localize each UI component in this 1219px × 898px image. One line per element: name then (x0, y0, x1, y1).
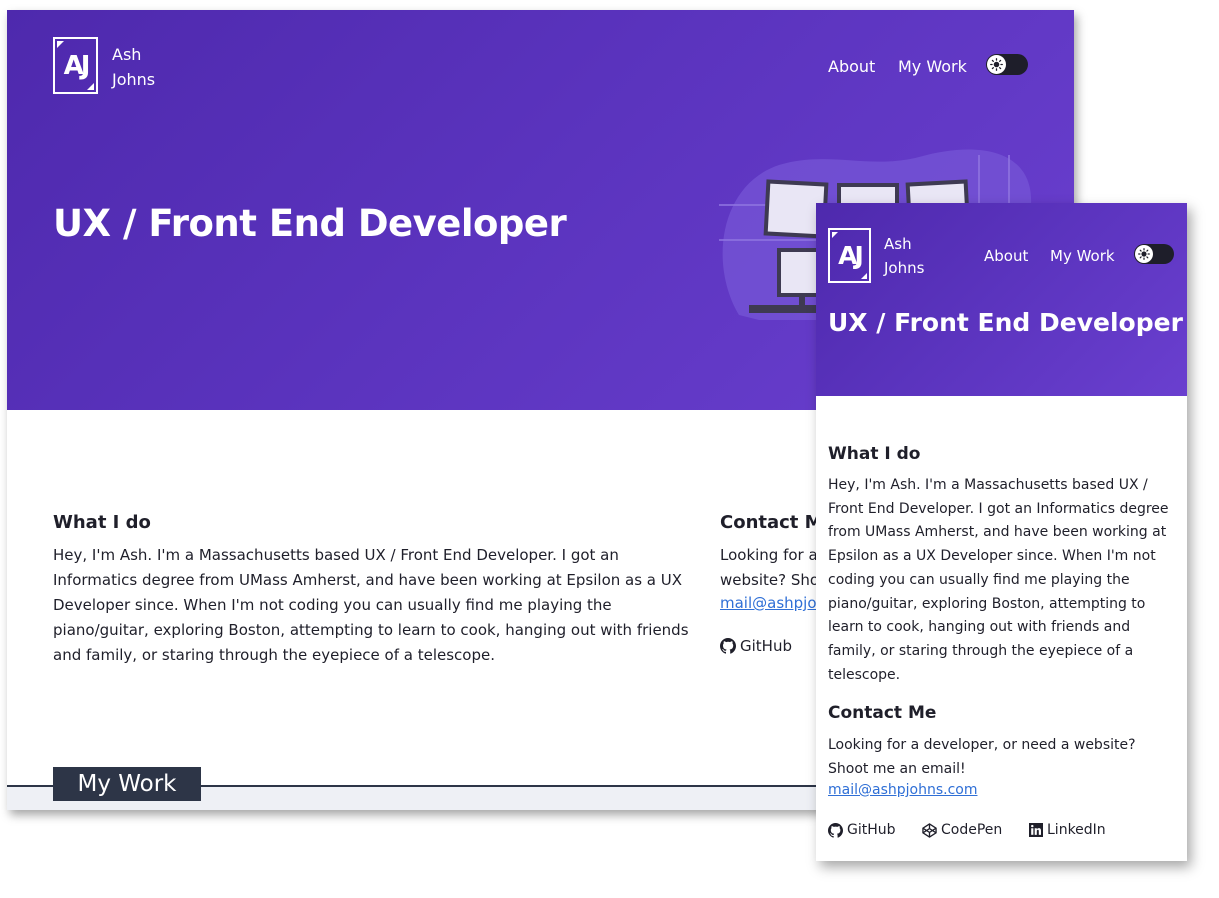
codepen-label: CodePen (941, 822, 1003, 838)
linkedin-link[interactable]: LinkedIn (1029, 822, 1106, 838)
logo-letters: AJ (63, 50, 91, 81)
site-name[interactable]: Ash Johns (884, 232, 924, 280)
site-name-last: Johns (112, 70, 156, 89)
toggle-knob (1135, 245, 1153, 263)
sun-icon (990, 58, 1003, 71)
what-i-do-text: Hey, I'm Ash. I'm a Massachusetts based … (53, 546, 689, 664)
logo[interactable]: AJ (53, 37, 98, 94)
codepen-link[interactable]: CodePen (922, 822, 1002, 838)
linkedin-label: LinkedIn (1047, 822, 1106, 838)
hero-title: UX / Front End Developer (53, 202, 567, 245)
theme-toggle[interactable] (1134, 244, 1174, 264)
site-name-last: Johns (884, 259, 925, 277)
github-icon (828, 822, 843, 838)
contact-text: Looking for a developer, or need a websi… (828, 737, 1136, 777)
codepen-icon (922, 822, 937, 838)
toggle-knob (987, 55, 1006, 74)
sun-icon (1138, 248, 1150, 260)
github-label: GitHub (740, 637, 792, 655)
nav-about-link[interactable]: About (828, 57, 875, 76)
theme-toggle[interactable] (986, 54, 1028, 75)
logo[interactable]: AJ (828, 228, 871, 283)
github-label: GitHub (847, 822, 896, 838)
logo-corner (861, 273, 867, 279)
what-i-do-heading: What I do (828, 444, 921, 464)
github-link[interactable]: GitHub (720, 637, 792, 655)
hero-section: AJ Ash Johns About My Work UX / Front En… (816, 203, 1187, 396)
nav-my-work-link[interactable]: My Work (898, 57, 967, 76)
contact-heading: Contact Me (828, 703, 937, 723)
nav-about-link[interactable]: About (984, 247, 1028, 265)
logo-corner (832, 232, 838, 238)
site-name-first: Ash (112, 45, 142, 64)
logo-corner (57, 41, 64, 48)
linkedin-icon (1029, 823, 1043, 837)
github-link[interactable]: GitHub (828, 822, 896, 838)
hero-title: UX / Front End Developer (828, 308, 1183, 337)
logo-corner (87, 83, 94, 90)
site-name[interactable]: Ash Johns (112, 42, 155, 92)
what-i-do-heading: What I do (53, 512, 151, 533)
site-name-first: Ash (884, 235, 912, 253)
my-work-heading: My Work (53, 767, 201, 801)
email-link[interactable]: mail@ashpjohns.com (828, 782, 977, 798)
mobile-window: AJ Ash Johns About My Work UX / Front En… (816, 203, 1187, 861)
what-i-do-text: Hey, I'm Ash. I'm a Massachusetts based … (828, 477, 1169, 683)
github-icon (720, 638, 736, 654)
nav-my-work-link[interactable]: My Work (1050, 247, 1115, 265)
logo-letters: AJ (838, 241, 864, 270)
